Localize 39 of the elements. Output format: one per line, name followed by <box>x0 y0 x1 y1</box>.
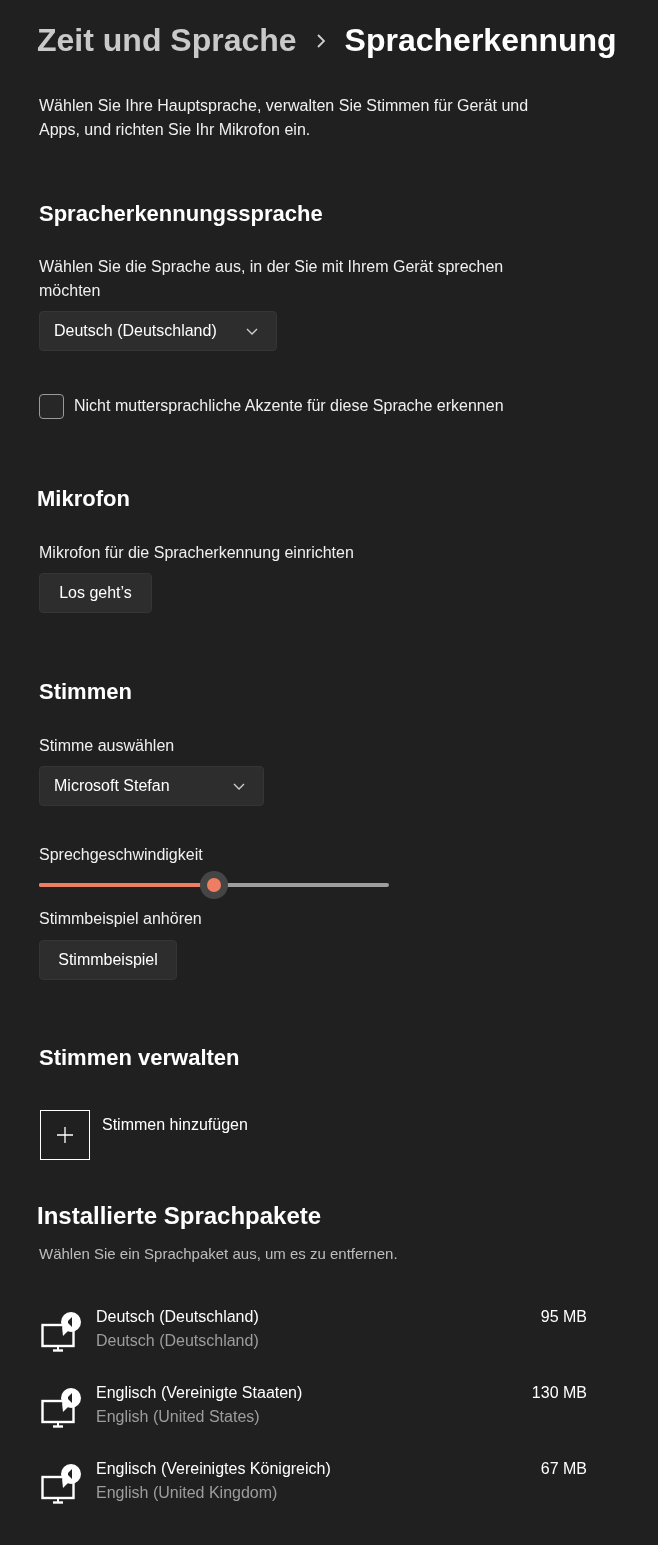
voice-sample-button[interactable]: Stimmbeispiel <box>39 940 177 980</box>
section-heading: Installierte Sprachpakete <box>37 1201 323 1231</box>
language-pack-name[interactable]: Englisch (Vereinigte Staaten) <box>96 1381 303 1405</box>
monitor-speech-icon <box>41 1388 83 1428</box>
language-pack-subtitle: Deutsch (Deutschland) <box>96 1331 259 1351</box>
plus-icon <box>40 1110 90 1160</box>
breadcrumb-parent-link[interactable]: Zeit und Sprache <box>37 18 297 62</box>
section-heading: Spracherkennungssprache <box>39 200 324 228</box>
speech-rate-label: Sprechgeschwindigkeit <box>39 845 204 865</box>
chevron-down-icon <box>233 782 245 790</box>
voice-dropdown[interactable]: Microsoft Stefan <box>39 766 264 806</box>
language-pack-subtitle: English (United Kingdom) <box>96 1483 278 1503</box>
language-pack-subtitle: English (United States) <box>96 1407 260 1427</box>
microphone-label: Mikrofon für die Spracherkennung einrichten <box>39 543 355 563</box>
voice-sample-label: Stimmbeispiel anhören <box>39 909 203 929</box>
language-label: Wählen Sie die Sprache aus, in der Sie mit Ihrem Gerät sprechen möchten <box>39 257 505 301</box>
chevron-right-icon <box>316 34 325 48</box>
page-description: Wählen Sie Ihre Hauptsprache, verwalten Sie Stimmen für Gerät und Apps, und richten Sie Ihr Mikrofon ein. <box>39 96 530 140</box>
slider-thumb[interactable] <box>200 871 228 899</box>
start-button[interactable]: Los geht’s <box>39 573 152 613</box>
chevron-down-icon <box>246 327 258 335</box>
page-title: Spracherkennung <box>344 21 617 60</box>
language-dropdown[interactable]: Deutsch (Deutschland) <box>39 311 277 351</box>
voice-label: Stimme auswählen <box>39 736 176 756</box>
speech-rate-slider[interactable] <box>39 871 389 899</box>
language-pack-hint: Wählen Sie ein Sprachpaket aus, um es zu entfernen. <box>39 1244 399 1264</box>
language-pack-name[interactable]: Deutsch (Deutschland) <box>96 1305 259 1329</box>
section-heading: Stimmen <box>39 678 133 706</box>
add-voices-button[interactable]: Stimmen hinzufügen <box>40 1110 248 1160</box>
language-pack-size: 130 MB <box>531 1383 587 1403</box>
language-pack-name[interactable]: Englisch (Vereinigtes Königreich) <box>96 1457 331 1481</box>
monitor-speech-icon <box>41 1464 83 1504</box>
checkbox-label: Nicht muttersprachliche Akzente für diese Sprache erkennen <box>74 396 504 416</box>
section-heading: Mikrofon <box>37 485 131 513</box>
language-pack-size: 67 MB <box>540 1459 587 1479</box>
accent-checkbox[interactable] <box>39 393 64 419</box>
monitor-speech-icon <box>41 1312 83 1352</box>
section-heading: Stimmen verwalten <box>39 1044 241 1072</box>
language-pack-size: 95 MB <box>540 1307 587 1327</box>
